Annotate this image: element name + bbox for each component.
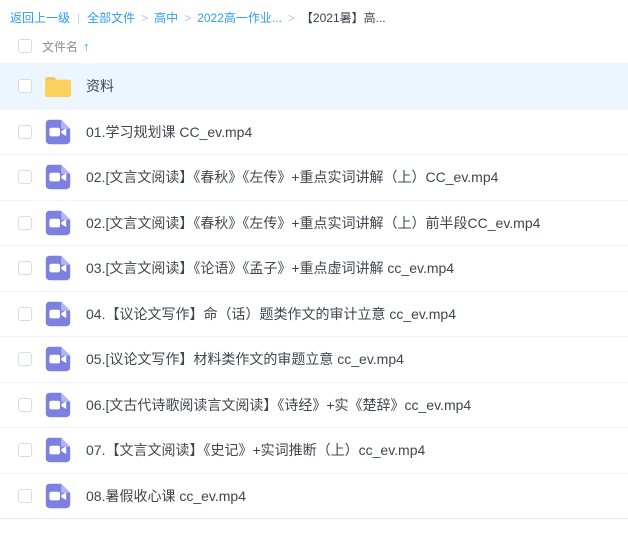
file-name[interactable]: 07.【文言文阅读】《史记》+实词推断（上）cc_ev.mp4: [86, 440, 425, 460]
video-file-icon: [45, 164, 71, 190]
file-name[interactable]: 06.[文古代诗歌阅读言文阅读】《诗经》+实《楚辞》cc_ev.mp4: [86, 395, 471, 415]
row-checkbox[interactable]: [18, 398, 32, 412]
breadcrumb-current-folder: 【2021暑】高...: [301, 9, 386, 27]
file-name[interactable]: 02.[文言文阅读】《春秋》《左传》+重点实词讲解（上）CC_ev.mp4: [86, 167, 498, 187]
file-row[interactable]: 02.[文言文阅读】《春秋》《左传》+重点实词讲解（上）CC_ev.mp4: [0, 154, 628, 200]
breadcrumb-chevron-icon: >: [184, 9, 191, 27]
video-file-icon: [45, 119, 71, 145]
file-name[interactable]: 04.【议论文写作】命（话）题类作文的审计立意 cc_ev.mp4: [86, 304, 456, 324]
row-checkbox[interactable]: [18, 489, 32, 503]
file-row[interactable]: 08.暑假收心课 cc_ev.mp4: [0, 473, 628, 519]
file-list-header: 文件名 ↑: [0, 27, 628, 63]
file-row[interactable]: 07.【文言文阅读】《史记》+实词推断（上）cc_ev.mp4: [0, 427, 628, 473]
file-row[interactable]: 01.学习规划课 CC_ev.mp4: [0, 109, 628, 155]
row-checkbox[interactable]: [18, 443, 32, 457]
file-name[interactable]: 02.[文言文阅读】《春秋》《左传》+重点实词讲解（上）前半段CC_ev.mp4: [86, 213, 540, 233]
breadcrumb: 返回上一级 | 全部文件 > 高中 > 2022高一作业... > 【2021暑…: [0, 0, 628, 27]
file-row[interactable]: 04.【议论文写作】命（话）题类作文的审计立意 cc_ev.mp4: [0, 291, 628, 337]
sort-ascending-icon[interactable]: ↑: [83, 39, 90, 54]
video-file-icon: [45, 437, 71, 463]
breadcrumb-chevron-icon: >: [141, 9, 148, 27]
file-name[interactable]: 08.暑假收心课 cc_ev.mp4: [86, 486, 246, 506]
row-checkbox[interactable]: [18, 307, 32, 321]
breadcrumb-link-all-files[interactable]: 全部文件: [87, 9, 135, 27]
file-name[interactable]: 01.学习规划课 CC_ev.mp4: [86, 122, 252, 142]
file-row[interactable]: 02.[文言文阅读】《春秋》《左传》+重点实词讲解（上）前半段CC_ev.mp4: [0, 200, 628, 246]
video-file-icon: [45, 392, 71, 418]
file-list: 资料 01.学习规划课 CC_ev.mp4: [0, 63, 628, 519]
file-row[interactable]: 06.[文古代诗歌阅读言文阅读】《诗经》+实《楚辞》cc_ev.mp4: [0, 382, 628, 428]
video-file-icon: [45, 210, 71, 236]
breadcrumb-pipe-separator: |: [77, 9, 80, 27]
folder-icon: [44, 75, 72, 98]
row-checkbox[interactable]: [18, 170, 32, 184]
column-header-filename[interactable]: 文件名: [42, 38, 78, 55]
row-checkbox[interactable]: [18, 216, 32, 230]
file-row[interactable]: 资料: [0, 63, 628, 109]
breadcrumb-chevron-icon: >: [288, 9, 295, 27]
file-row[interactable]: 03.[文言文阅读】《论语》《孟子》+重点虚词讲解 cc_ev.mp4: [0, 245, 628, 291]
video-file-icon: [45, 346, 71, 372]
video-file-icon: [45, 255, 71, 281]
breadcrumb-link-homework[interactable]: 2022高一作业...: [197, 9, 282, 27]
row-checkbox[interactable]: [18, 352, 32, 366]
row-checkbox[interactable]: [18, 261, 32, 275]
file-row[interactable]: 05.[议论文写作】材料类作文的审题立意 cc_ev.mp4: [0, 336, 628, 382]
video-file-icon: [45, 483, 71, 509]
row-checkbox[interactable]: [18, 125, 32, 139]
video-file-icon: [45, 301, 71, 327]
select-all-checkbox[interactable]: [18, 39, 32, 53]
row-checkbox[interactable]: [18, 79, 32, 93]
breadcrumb-back-link[interactable]: 返回上一级: [10, 9, 70, 27]
file-name[interactable]: 05.[议论文写作】材料类作文的审题立意 cc_ev.mp4: [86, 349, 404, 369]
file-name[interactable]: 03.[文言文阅读】《论语》《孟子》+重点虚词讲解 cc_ev.mp4: [86, 258, 454, 278]
file-name[interactable]: 资料: [86, 76, 114, 96]
breadcrumb-link-gaozhong[interactable]: 高中: [154, 9, 178, 27]
